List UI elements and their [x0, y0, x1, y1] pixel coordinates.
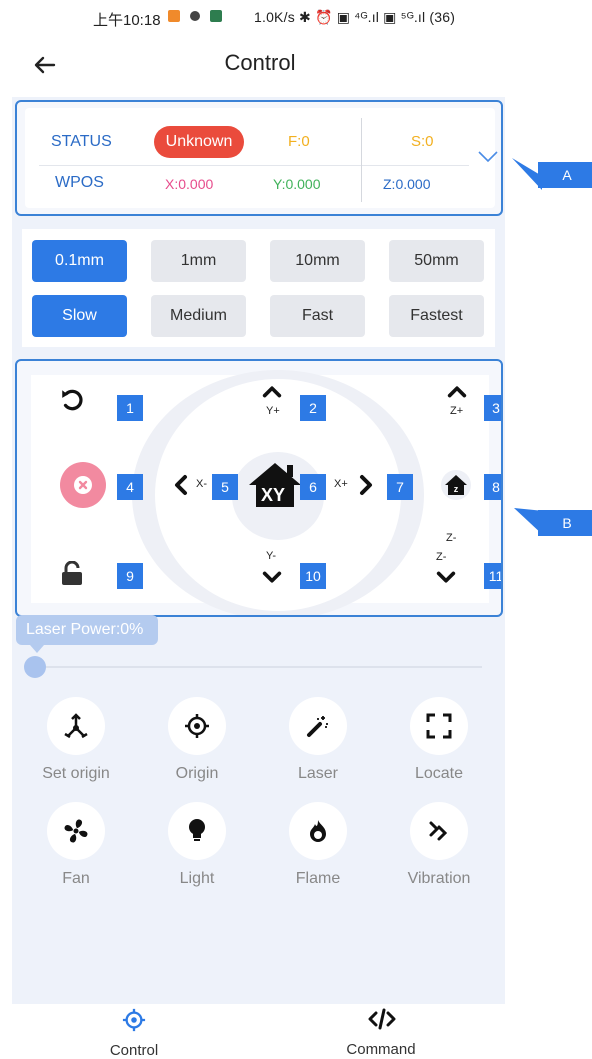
- jog-number-4: 4: [117, 474, 143, 500]
- app-header: Control: [0, 42, 592, 90]
- step-speed-selector: 0.1mm 1mm 10mm 50mm Slow Medium Fast Fas…: [22, 229, 495, 347]
- speed-slow-button[interactable]: Slow: [32, 295, 127, 337]
- magic-wand-icon: [289, 697, 347, 755]
- locate-label: Locate: [414, 765, 464, 782]
- fan-label: Fan: [62, 870, 90, 887]
- rotate-ccw-icon[interactable]: [59, 387, 85, 413]
- nav-control[interactable]: Control: [64, 1004, 204, 1059]
- home-z-icon[interactable]: z: [441, 470, 471, 500]
- system-status-bar: 上午10:18 1.0K/s ✱ ⏰ ▣ ⁴ᴳ.ıl ▣ ⁵ᴳ.ıl (36): [0, 0, 592, 36]
- arrow-down-icon[interactable]: [435, 570, 457, 586]
- step-50mm-button[interactable]: 50mm: [389, 240, 484, 282]
- bottom-navigation: Control Command: [0, 1004, 592, 1059]
- light-button[interactable]: Light: [137, 802, 257, 902]
- z-minus-label-top: Z-: [446, 532, 457, 544]
- clock: 上午10:18: [93, 12, 161, 29]
- status-badge: Unknown: [154, 126, 244, 158]
- z-minus-label: Z-: [436, 551, 447, 563]
- origin-button[interactable]: Origin: [137, 697, 257, 797]
- vibration-label: Vibration: [407, 870, 471, 887]
- laser-power-tooltip: Laser Power:0%: [16, 615, 158, 653]
- home-xy-label: XY: [261, 485, 286, 505]
- spindle-value: S:0: [411, 133, 434, 150]
- light-label: Light: [179, 870, 215, 887]
- y-plus-label: Y+: [266, 405, 280, 417]
- jog-control-card: 1 Y+ 2 Z+ 3 4 X- 5 XY 6 X+ 7 z 8 9 Y- 10…: [15, 359, 503, 617]
- arrow-up-icon[interactable]: [261, 383, 283, 399]
- app-notification-icon: [168, 10, 180, 22]
- step-0-1mm-button[interactable]: 0.1mm: [32, 240, 127, 282]
- frame-corners-icon: [410, 697, 468, 755]
- jog-number-10: 10: [300, 563, 326, 589]
- laser-power-slider-handle[interactable]: [24, 656, 46, 678]
- code-icon: [368, 1008, 396, 1030]
- callout-a: A: [538, 162, 592, 188]
- person-notification-icon: [190, 11, 200, 21]
- flame-button[interactable]: Flame: [258, 802, 378, 902]
- jog-number-11: 11: [484, 563, 501, 589]
- status-divider: [39, 165, 469, 166]
- photo-notification-icon: [210, 10, 222, 22]
- set-origin-button[interactable]: Set origin: [16, 697, 136, 797]
- jog-number-8: 8: [484, 474, 501, 500]
- crosshair-icon: [122, 1008, 146, 1032]
- status-label: STATUS: [51, 133, 112, 150]
- y-minus-label: Y-: [266, 550, 276, 562]
- jog-number-5: 5: [212, 474, 238, 500]
- nav-command-label: Command: [346, 1041, 416, 1058]
- jog-number-1: 1: [117, 395, 143, 421]
- fan-icon: [47, 802, 105, 860]
- expand-chevron-icon[interactable]: [477, 150, 499, 164]
- fan-button[interactable]: Fan: [16, 802, 136, 902]
- jog-number-2: 2: [300, 395, 326, 421]
- step-1mm-button[interactable]: 1mm: [151, 240, 246, 282]
- y-position: Y:0.000: [273, 176, 321, 192]
- z-plus-label: Z+: [450, 405, 464, 417]
- bulb-icon: [168, 802, 226, 860]
- status-table: STATUS Unknown F:0 S:0 WPOS X:0.000 Y:0.…: [25, 108, 498, 208]
- network-status: 1.0K/s ✱ ⏰ ▣ ⁴ᴳ.ıl ▣ ⁵ᴳ.ıl (36): [254, 9, 456, 25]
- set-origin-icon: [47, 697, 105, 755]
- machine-status-card: STATUS Unknown F:0 S:0 WPOS X:0.000 Y:0.…: [15, 100, 503, 216]
- feed-value: F:0: [288, 133, 310, 150]
- step-10mm-button[interactable]: 10mm: [270, 240, 365, 282]
- home-xy-icon[interactable]: XY: [247, 461, 303, 509]
- nav-command[interactable]: Command: [311, 1004, 451, 1059]
- speed-fast-button[interactable]: Fast: [270, 295, 365, 337]
- wpos-label: WPOS: [55, 174, 104, 191]
- nav-control-label: Control: [109, 1042, 159, 1059]
- jog-number-7: 7: [387, 474, 413, 500]
- callout-b: B: [538, 510, 592, 536]
- vibration-icon: [410, 802, 468, 860]
- jog-number-9: 9: [117, 563, 143, 589]
- laser-power-track[interactable]: [26, 666, 482, 668]
- jog-number-3: 3: [484, 395, 501, 421]
- x-minus-label: X-: [196, 478, 207, 490]
- page-title: Control: [224, 50, 296, 75]
- arrow-left-icon[interactable]: [173, 474, 189, 496]
- laser-label: Laser: [297, 765, 339, 782]
- crosshair-icon: [168, 697, 226, 755]
- z-position: Z:0.000: [383, 176, 431, 192]
- arrow-down-icon[interactable]: [261, 570, 283, 586]
- locate-button[interactable]: Locate: [379, 697, 499, 797]
- unlock-icon[interactable]: [59, 561, 85, 587]
- stop-icon[interactable]: [60, 462, 106, 508]
- origin-label: Origin: [175, 765, 219, 782]
- set-origin-label: Set origin: [42, 765, 110, 782]
- x-position: X:0.000: [165, 176, 214, 192]
- speed-medium-button[interactable]: Medium: [151, 295, 246, 337]
- speed-fastest-button[interactable]: Fastest: [389, 295, 484, 337]
- vibration-button[interactable]: Vibration: [379, 802, 499, 902]
- laser-button[interactable]: Laser: [258, 697, 378, 797]
- status-column-divider: [361, 118, 362, 202]
- jog-pad: 1 Y+ 2 Z+ 3 4 X- 5 XY 6 X+ 7 z 8 9 Y- 10…: [31, 370, 501, 615]
- arrow-right-icon[interactable]: [358, 474, 374, 496]
- home-z-label: z: [454, 484, 459, 494]
- arrow-up-icon[interactable]: [446, 383, 468, 399]
- flame-icon: [289, 802, 347, 860]
- x-plus-label: X+: [334, 478, 348, 490]
- flame-label: Flame: [295, 870, 341, 887]
- jog-number-6: 6: [300, 474, 326, 500]
